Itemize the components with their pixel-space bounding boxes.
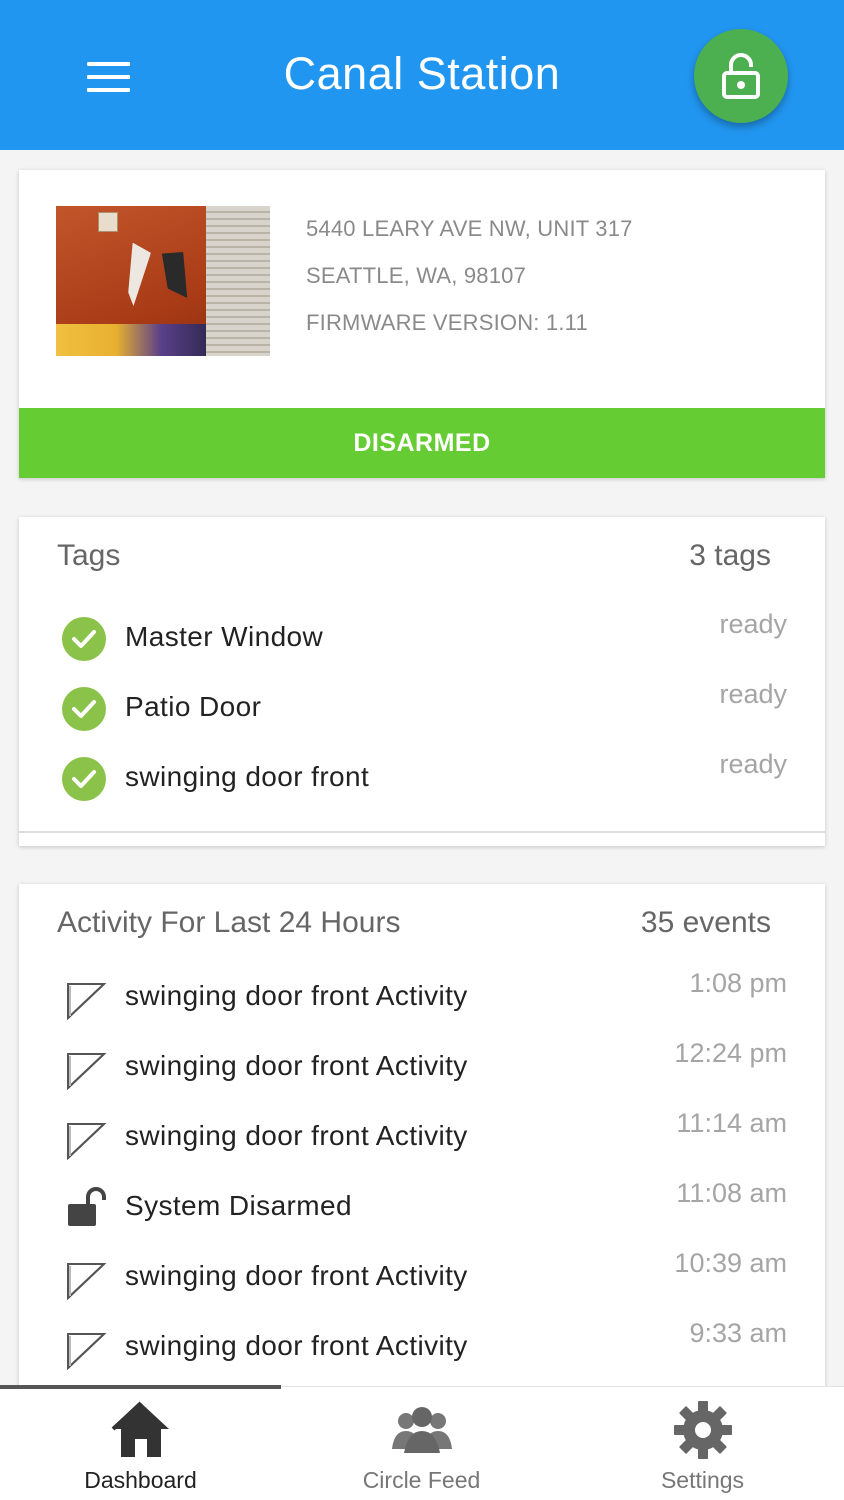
activity-time: 10:39 am <box>674 1248 787 1278</box>
address-line-2: SEATTLE, WA, 98107 <box>306 263 527 288</box>
door-activity-icon <box>67 1263 107 1300</box>
tag-status: ready <box>719 679 787 709</box>
activity-label: swinging door front Activity <box>125 1260 468 1291</box>
door-activity-icon <box>67 1053 107 1090</box>
activity-count: 35 events <box>640 906 771 939</box>
nav-label: Settings <box>660 1467 745 1493</box>
activity-item[interactable]: swinging door front Activity 1:08 pm <box>19 968 825 1036</box>
activity-item[interactable]: swinging door front Activity 9:33 am <box>19 1318 825 1386</box>
nav-settings[interactable]: Settings <box>562 1387 843 1500</box>
divider <box>19 831 825 833</box>
door-activity-icon <box>67 1123 107 1160</box>
activity-item[interactable]: System Disarmed 11:08 am <box>19 1178 825 1246</box>
check-circle-icon <box>62 687 106 731</box>
tag-item[interactable]: swinging door front ready <box>19 749 825 817</box>
tag-item[interactable]: Master Window ready <box>19 609 825 677</box>
app-bar: Canal Station <box>0 0 844 150</box>
tag-label: Master Window <box>125 621 324 652</box>
nav-label: Circle Feed <box>362 1467 481 1493</box>
nav-label: Dashboard <box>84 1467 197 1493</box>
activity-time: 12:24 pm <box>674 1038 787 1068</box>
home-icon <box>111 1401 169 1457</box>
activity-time: 1:08 pm <box>689 968 787 998</box>
group-icon <box>391 1407 452 1453</box>
unlocked-padlock-icon <box>68 1187 106 1226</box>
tag-item[interactable]: Patio Door ready <box>19 679 825 747</box>
nav-dashboard[interactable]: Dashboard <box>0 1387 281 1500</box>
door-activity-icon <box>67 983 107 1020</box>
tag-label: Patio Door <box>125 691 262 722</box>
station-card: 5440 LEARY AVE NW, UNIT 317 SEATTLE, WA,… <box>19 170 825 478</box>
activity-time: 9:33 am <box>689 1318 787 1348</box>
gear-icon <box>673 1401 732 1459</box>
bottom-navigation: Dashboard Circle Feed Settings <box>0 1385 844 1500</box>
activity-time: 11:14 am <box>676 1108 787 1138</box>
system-status-button[interactable]: DISARMED <box>19 408 825 478</box>
tags-count: 3 tags <box>689 539 771 572</box>
address-line-1: 5440 LEARY AVE NW, UNIT 317 <box>306 216 633 241</box>
door-activity-icon <box>67 1333 107 1370</box>
activity-item[interactable]: swinging door front Activity 10:39 am <box>19 1248 825 1316</box>
station-camera-thumbnail[interactable] <box>56 206 270 356</box>
hamburger-menu-icon[interactable] <box>74 50 142 104</box>
tags-card: Tags 3 tags Master Window ready Patio Do… <box>19 517 825 846</box>
activity-title: Activity For Last 24 Hours <box>57 906 401 939</box>
activity-item[interactable]: swinging door front Activity 12:24 pm <box>19 1038 825 1106</box>
activity-label: swinging door front Activity <box>125 980 468 1011</box>
activity-label: swinging door front Activity <box>125 1120 468 1151</box>
tags-title: Tags <box>57 539 121 572</box>
unlocked-padlock-icon <box>722 53 760 99</box>
tag-label: swinging door front <box>125 761 370 792</box>
nav-circle-feed[interactable]: Circle Feed <box>281 1387 562 1500</box>
activity-label: swinging door front Activity <box>125 1330 468 1361</box>
activity-item[interactable]: swinging door front Activity 11:14 am <box>19 1108 825 1176</box>
tag-status: ready <box>719 609 787 639</box>
tag-status: ready <box>719 749 787 779</box>
activity-label: swinging door front Activity <box>125 1050 468 1081</box>
activity-label: System Disarmed <box>125 1190 352 1221</box>
check-circle-icon <box>62 617 106 661</box>
activity-time: 11:08 am <box>676 1178 787 1208</box>
page-title: Canal Station <box>283 48 561 99</box>
arm-lock-button[interactable] <box>694 29 788 123</box>
check-circle-icon <box>62 757 106 801</box>
activity-card: Activity For Last 24 Hours 35 events swi… <box>19 884 825 1404</box>
firmware-version: FIRMWARE VERSION: 1.11 <box>306 310 588 335</box>
